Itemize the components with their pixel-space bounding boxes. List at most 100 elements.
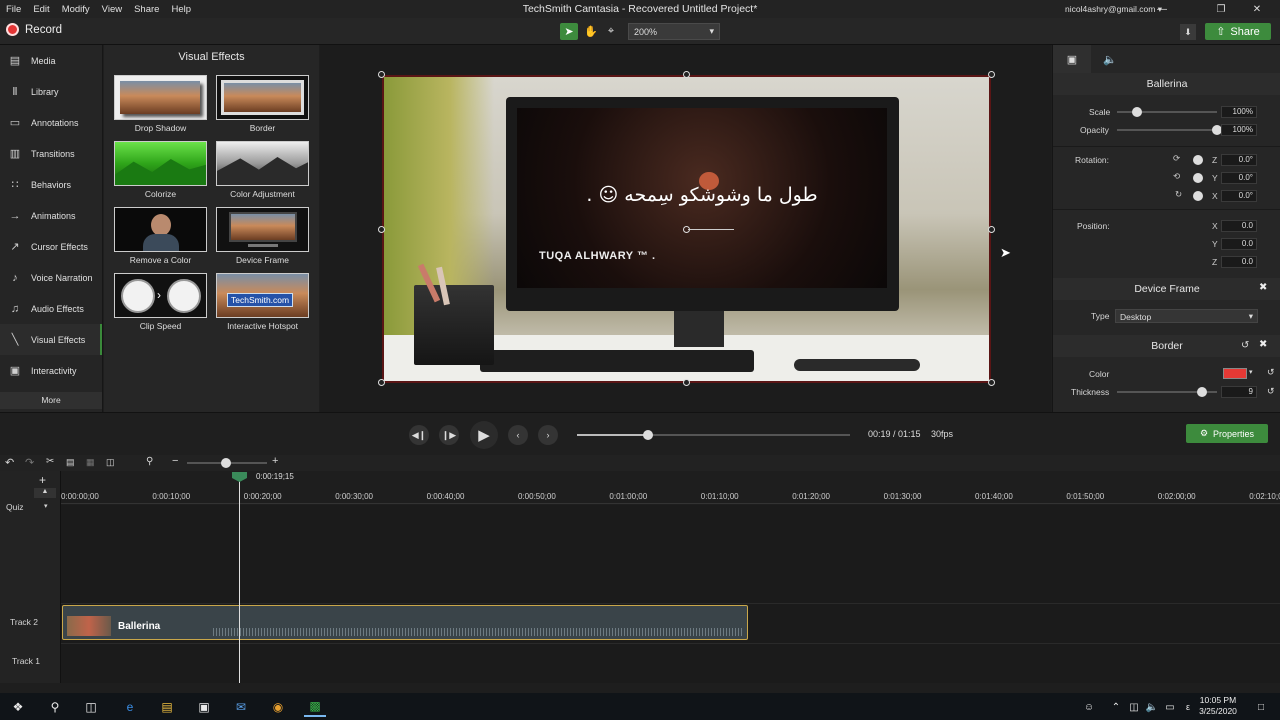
cut-icon[interactable]: ✂: [46, 456, 54, 467]
windows-start-icon[interactable]: ❖: [7, 697, 29, 717]
effect-device-frame[interactable]: Device Frame: [216, 207, 309, 265]
menu-share[interactable]: Share: [128, 4, 165, 15]
border-color-swatch[interactable]: [1223, 368, 1247, 379]
download-icon[interactable]: ⬇: [1180, 24, 1196, 40]
resize-handle[interactable]: [988, 226, 995, 233]
record-button[interactable]: Record: [6, 23, 62, 36]
thickness-field[interactable]: 9: [1221, 386, 1257, 398]
select-tool-icon[interactable]: ➤: [560, 23, 578, 40]
collapse-icon[interactable]: ▲: [34, 488, 56, 498]
resize-handle[interactable]: [988, 379, 995, 386]
chevron-down-icon[interactable]: ▾: [44, 502, 48, 510]
rotation-x-dial[interactable]: [1193, 191, 1203, 201]
close-icon[interactable]: ✕: [1240, 0, 1274, 18]
position-z-field[interactable]: 0.0: [1221, 256, 1257, 268]
people-icon[interactable]: ☺: [1078, 697, 1100, 717]
effect-color-adjustment[interactable]: Color Adjustment: [216, 141, 309, 199]
resize-handle[interactable]: [683, 379, 690, 386]
media-clip-ballerina[interactable]: Ballerina: [62, 605, 748, 640]
menu-view[interactable]: View: [96, 4, 128, 15]
undo-icon[interactable]: ↶: [5, 456, 14, 469]
previous-icon[interactable]: ‹: [508, 425, 528, 445]
rotation-x-field[interactable]: 0.0°: [1221, 190, 1257, 202]
resize-handle[interactable]: [683, 71, 690, 78]
sidebar-item-animations[interactable]: → Animations: [0, 200, 102, 231]
notifications-icon[interactable]: □: [1250, 697, 1272, 717]
effect-border[interactable]: Border: [216, 75, 309, 133]
split-icon[interactable]: ◫: [106, 457, 115, 468]
sidebar-item-cursor-effects[interactable]: ↗ Cursor Effects: [0, 231, 102, 262]
opacity-slider-track[interactable]: [1117, 129, 1217, 131]
rotation-y-field[interactable]: 0.0°: [1221, 172, 1257, 184]
camtasia-icon[interactable]: ▩: [304, 697, 326, 717]
restore-icon[interactable]: ❐: [1204, 0, 1238, 18]
position-y-field[interactable]: 0.0: [1221, 238, 1257, 250]
effect-drop-shadow[interactable]: Drop Shadow: [114, 75, 207, 133]
task-view-icon[interactable]: ◫: [80, 697, 102, 717]
sidebar-item-media[interactable]: ▤ Media: [0, 45, 102, 76]
sidebar-item-library[interactable]: Ⅱ Library: [0, 76, 102, 107]
pan-tool-icon[interactable]: ✋: [582, 23, 600, 40]
reset-icon[interactable]: ↺: [1267, 367, 1275, 378]
step-back-icon[interactable]: ◀❙: [409, 425, 429, 445]
remove-effect-icon[interactable]: ✖: [1259, 339, 1267, 350]
store-icon[interactable]: ▣: [193, 697, 215, 717]
sidebar-item-annotations[interactable]: ▭ Annotations: [0, 107, 102, 138]
sidebar-item-audio-effects[interactable]: ♫ Audio Effects: [0, 293, 102, 324]
crop-tool-icon[interactable]: ⌖: [602, 23, 620, 40]
redo-icon[interactable]: ↷: [25, 456, 34, 469]
thickness-slider-knob[interactable]: [1197, 387, 1207, 397]
mail-icon[interactable]: ✉: [230, 697, 252, 717]
timeline-ruler[interactable]: 0:00:00;00 0:00:10;00 0:00:20;00 0:00:30;00…: [0, 471, 1280, 505]
sidebar-item-transitions[interactable]: ▥ Transitions: [0, 138, 102, 169]
share-button[interactable]: ⇧ Share: [1205, 23, 1271, 40]
step-forward-icon[interactable]: ❙▶: [439, 425, 459, 445]
reset-icon[interactable]: ↺: [1241, 340, 1249, 351]
resize-handle[interactable]: [378, 226, 385, 233]
menu-help[interactable]: Help: [165, 4, 197, 15]
visual-properties-tab-icon[interactable]: ▣: [1053, 45, 1091, 73]
scale-field[interactable]: 100%: [1221, 106, 1257, 118]
menu-file[interactable]: File: [0, 4, 27, 15]
audio-properties-tab-icon[interactable]: 🔈: [1091, 45, 1129, 73]
rotation-handle[interactable]: [683, 226, 690, 233]
effect-clip-speed[interactable]: › Clip Speed: [114, 273, 207, 331]
sidebar-item-visual-effects[interactable]: ╲ Visual Effects: [0, 324, 102, 355]
menu-modify[interactable]: Modify: [56, 4, 96, 15]
resize-handle[interactable]: [378, 71, 385, 78]
sidebar-item-interactivity[interactable]: ▣ Interactivity: [0, 355, 102, 386]
zoom-select[interactable]: 200% ▾: [628, 23, 720, 40]
chrome-icon[interactable]: ◉: [267, 697, 289, 717]
zoom-out-icon[interactable]: −: [172, 455, 178, 467]
zoom-in-icon[interactable]: +: [272, 455, 278, 467]
timeline-zoom-knob[interactable]: [221, 458, 231, 468]
search-icon[interactable]: ⚲: [44, 697, 66, 717]
chevron-down-icon[interactable]: ▾: [1249, 368, 1253, 376]
resize-handle[interactable]: [988, 71, 995, 78]
more-button[interactable]: More: [0, 392, 102, 409]
sidebar-item-voice-narration[interactable]: ♪ Voice Narration: [0, 262, 102, 293]
menu-edit[interactable]: Edit: [27, 4, 55, 15]
remove-effect-icon[interactable]: ✖: [1259, 282, 1267, 293]
rotation-z-field[interactable]: 0.0°: [1221, 154, 1257, 166]
file-explorer-icon[interactable]: ▤: [156, 697, 178, 717]
properties-button[interactable]: ⚙ Properties: [1186, 424, 1268, 443]
copy-icon[interactable]: ▤: [66, 457, 75, 468]
add-track-icon[interactable]: +: [39, 473, 46, 487]
play-icon[interactable]: ▶: [470, 421, 498, 449]
next-icon[interactable]: ›: [538, 425, 558, 445]
resize-handle[interactable]: [378, 379, 385, 386]
effect-remove-a-color[interactable]: Remove a Color: [114, 207, 207, 265]
minimize-icon[interactable]: —: [1145, 0, 1179, 18]
reset-icon[interactable]: ↺: [1267, 386, 1275, 397]
opacity-field[interactable]: 100%: [1221, 124, 1257, 136]
rotation-z-dial[interactable]: [1193, 155, 1203, 165]
effect-colorize[interactable]: Colorize: [114, 141, 207, 199]
edge-icon[interactable]: e: [119, 697, 141, 717]
rotation-y-dial[interactable]: [1193, 173, 1203, 183]
paste-icon[interactable]: ▦: [86, 457, 95, 468]
scale-slider-knob[interactable]: [1132, 107, 1142, 117]
sidebar-item-behaviors[interactable]: ∷ Behaviors: [0, 169, 102, 200]
search-icon[interactable]: ⚲: [146, 456, 153, 467]
position-x-field[interactable]: 0.0: [1221, 220, 1257, 232]
